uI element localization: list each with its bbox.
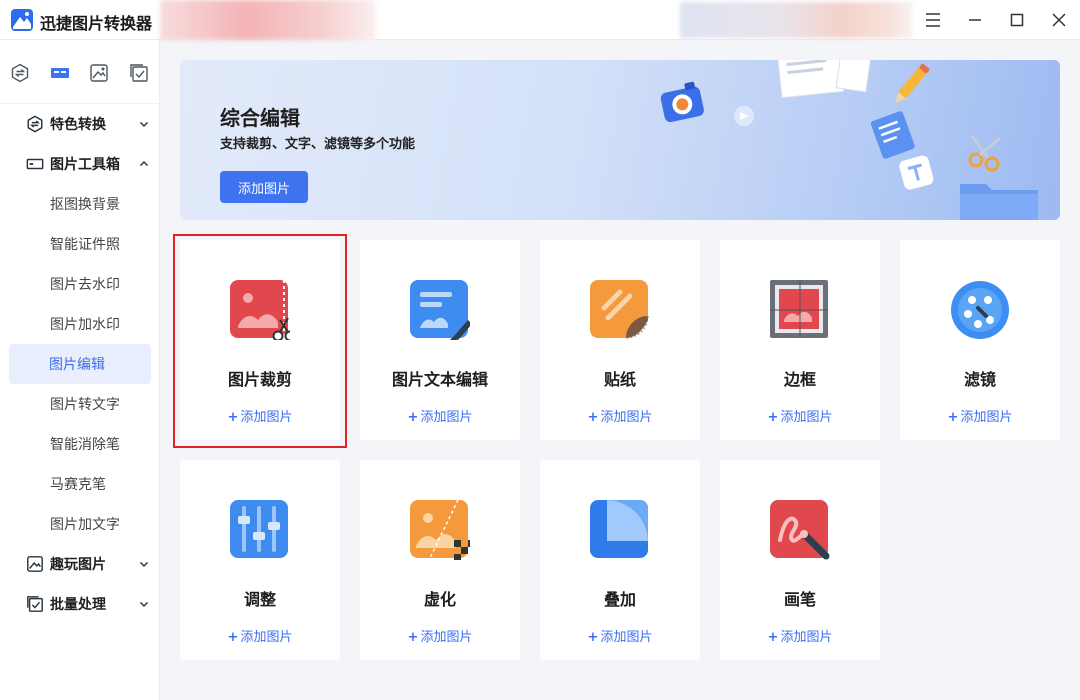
tool-card-brush[interactable]: 画笔 + 添加图片 bbox=[720, 460, 880, 660]
minimize-button[interactable] bbox=[962, 8, 988, 32]
batch-icon bbox=[130, 64, 148, 82]
chevron-down-icon bbox=[140, 562, 148, 567]
sidebar-nav: 特色转换 图片工具箱 抠图换背景 智能证件照 图片去水印 图片加水印 图片编辑 … bbox=[0, 104, 160, 624]
sidebar-group-label: 批量处理 bbox=[50, 597, 106, 613]
overlay-icon bbox=[590, 500, 648, 558]
tool-card-title: 贴纸 bbox=[603, 370, 636, 389]
tool-card-overlay[interactable]: 叠加 + 添加图片 bbox=[540, 460, 700, 660]
tool-card-title: 画笔 bbox=[783, 590, 816, 609]
toolbox-icon bbox=[26, 158, 44, 170]
sidebar-group-fun[interactable]: 趣玩图片 bbox=[0, 544, 160, 584]
tool-card-add-link[interactable]: + 添加图片 bbox=[540, 406, 700, 425]
tool-card-title: 滤镜 bbox=[963, 370, 996, 389]
sidebar-group-label: 趣玩图片 bbox=[50, 557, 106, 573]
blurred-region bbox=[160, 0, 375, 40]
sidebar-item-id-photo[interactable]: 智能证件照 bbox=[0, 224, 160, 264]
plus-icon: + bbox=[407, 630, 419, 645]
tool-card-title: 叠加 bbox=[603, 590, 636, 609]
brush-icon bbox=[770, 500, 830, 560]
title-bar: 迅捷图片转换器 bbox=[0, 0, 1080, 40]
plus-icon: + bbox=[587, 410, 599, 425]
sidebar-item-add-watermark[interactable]: 图片加水印 bbox=[0, 304, 160, 344]
convert-icon bbox=[27, 115, 43, 133]
tool-card-title: 边框 bbox=[783, 370, 816, 389]
sidebar-group-label: 特色转换 bbox=[50, 117, 106, 133]
tool-card-adjust[interactable]: 调整 + 添加图片 bbox=[180, 460, 340, 660]
banner-add-image-button[interactable]: 添加图片 bbox=[220, 171, 308, 203]
tool-card-add-link[interactable]: + 添加图片 bbox=[180, 626, 340, 645]
plus-icon: + bbox=[947, 410, 959, 425]
tool-card-frame[interactable]: 边框 + 添加图片 bbox=[720, 240, 880, 440]
sidebar-top-icons bbox=[0, 40, 160, 104]
sidebar-group-label: 图片工具箱 bbox=[50, 157, 120, 173]
batch-icon bbox=[27, 596, 43, 612]
toolbox-icon bbox=[51, 68, 69, 78]
frame-icon bbox=[770, 280, 828, 338]
close-icon bbox=[1052, 13, 1066, 27]
plus-icon: + bbox=[767, 410, 779, 425]
top-tab-toolbox[interactable] bbox=[49, 62, 71, 84]
close-button[interactable] bbox=[1046, 8, 1072, 32]
tool-card-title: 图片裁剪 bbox=[227, 370, 292, 389]
crop-icon bbox=[230, 280, 290, 340]
banner-title: 综合编辑 bbox=[220, 106, 300, 130]
maximize-button[interactable] bbox=[1004, 8, 1030, 32]
sidebar-item-add-text[interactable]: 图片加文字 bbox=[0, 504, 160, 544]
top-tab-convert[interactable] bbox=[9, 62, 31, 84]
banner-illustration bbox=[660, 60, 1038, 220]
top-tab-batch[interactable] bbox=[128, 62, 150, 84]
tool-card-add-link[interactable]: + 添加图片 bbox=[360, 406, 520, 425]
chevron-down-icon bbox=[140, 122, 148, 127]
tool-card-add-link[interactable]: + 添加图片 bbox=[720, 626, 880, 645]
convert-icon bbox=[11, 63, 29, 83]
feature-banner: 综合编辑 支持裁剪、文字、滤镜等多个功能 添加图片 bbox=[180, 60, 1060, 220]
sidebar-group-special[interactable]: 特色转换 bbox=[0, 104, 160, 144]
menu-icon bbox=[926, 13, 940, 27]
sidebar-item-cutout[interactable]: 抠图换背景 bbox=[0, 184, 160, 224]
top-tab-fun[interactable] bbox=[88, 62, 110, 84]
plus-icon: + bbox=[407, 410, 419, 425]
maximize-icon bbox=[1010, 13, 1024, 27]
sidebar-item-image-edit[interactable]: 图片编辑 bbox=[9, 344, 151, 384]
plus-icon: + bbox=[767, 630, 779, 645]
sidebar: 特色转换 图片工具箱 抠图换背景 智能证件照 图片去水印 图片加水印 图片编辑 … bbox=[0, 40, 160, 700]
menu-button[interactable] bbox=[920, 8, 946, 32]
tool-card-add-link[interactable]: + 添加图片 bbox=[540, 626, 700, 645]
tool-card-add-link[interactable]: + 添加图片 bbox=[900, 406, 1060, 425]
tool-card-add-link[interactable]: + 添加图片 bbox=[180, 406, 340, 425]
tool-card-crop[interactable]: 图片裁剪 + 添加图片 bbox=[173, 234, 347, 448]
tool-card-title: 调整 bbox=[243, 590, 276, 609]
sidebar-item-eraser[interactable]: 智能消除笔 bbox=[0, 424, 160, 464]
sidebar-group-toolbox[interactable]: 图片工具箱 bbox=[0, 144, 160, 184]
tool-card-blur[interactable]: 虚化 + 添加图片 bbox=[360, 460, 520, 660]
sidebar-item-image-to-text[interactable]: 图片转文字 bbox=[0, 384, 160, 424]
sidebar-item-mosaic[interactable]: 马赛克笔 bbox=[0, 464, 160, 504]
blurred-region bbox=[680, 2, 912, 38]
image-icon bbox=[27, 556, 43, 572]
sidebar-item-remove-watermark[interactable]: 图片去水印 bbox=[0, 264, 160, 304]
sidebar-group-batch[interactable]: 批量处理 bbox=[0, 584, 160, 624]
chevron-up-icon bbox=[140, 161, 148, 166]
tool-card-sticker[interactable]: 贴纸 + 添加图片 bbox=[540, 240, 700, 440]
tool-card-add-link[interactable]: + 添加图片 bbox=[360, 626, 520, 645]
tool-card-title: 虚化 bbox=[423, 590, 456, 609]
minimize-icon bbox=[969, 19, 981, 21]
tool-card-text-edit[interactable]: 图片文本编辑 + 添加图片 bbox=[360, 240, 520, 440]
plus-icon: + bbox=[227, 630, 239, 645]
sticker-icon bbox=[590, 280, 649, 339]
tool-card-filter[interactable]: 滤镜 + 添加图片 bbox=[900, 240, 1060, 440]
blur-icon bbox=[410, 500, 470, 560]
plus-icon: + bbox=[587, 630, 599, 645]
text-edit-icon bbox=[410, 280, 470, 340]
adjust-icon bbox=[230, 500, 288, 558]
tool-card-title: 图片文本编辑 bbox=[391, 370, 488, 389]
chevron-down-icon bbox=[140, 602, 148, 607]
filter-icon bbox=[951, 281, 1009, 339]
tool-card-add-link[interactable]: + 添加图片 bbox=[720, 406, 880, 425]
app-logo-icon bbox=[11, 9, 33, 31]
banner-subtitle: 支持裁剪、文字、滤镜等多个功能 bbox=[220, 137, 416, 152]
image-icon bbox=[90, 64, 108, 82]
plus-icon: + bbox=[227, 410, 239, 425]
app-title: 迅捷图片转换器 bbox=[40, 14, 153, 33]
